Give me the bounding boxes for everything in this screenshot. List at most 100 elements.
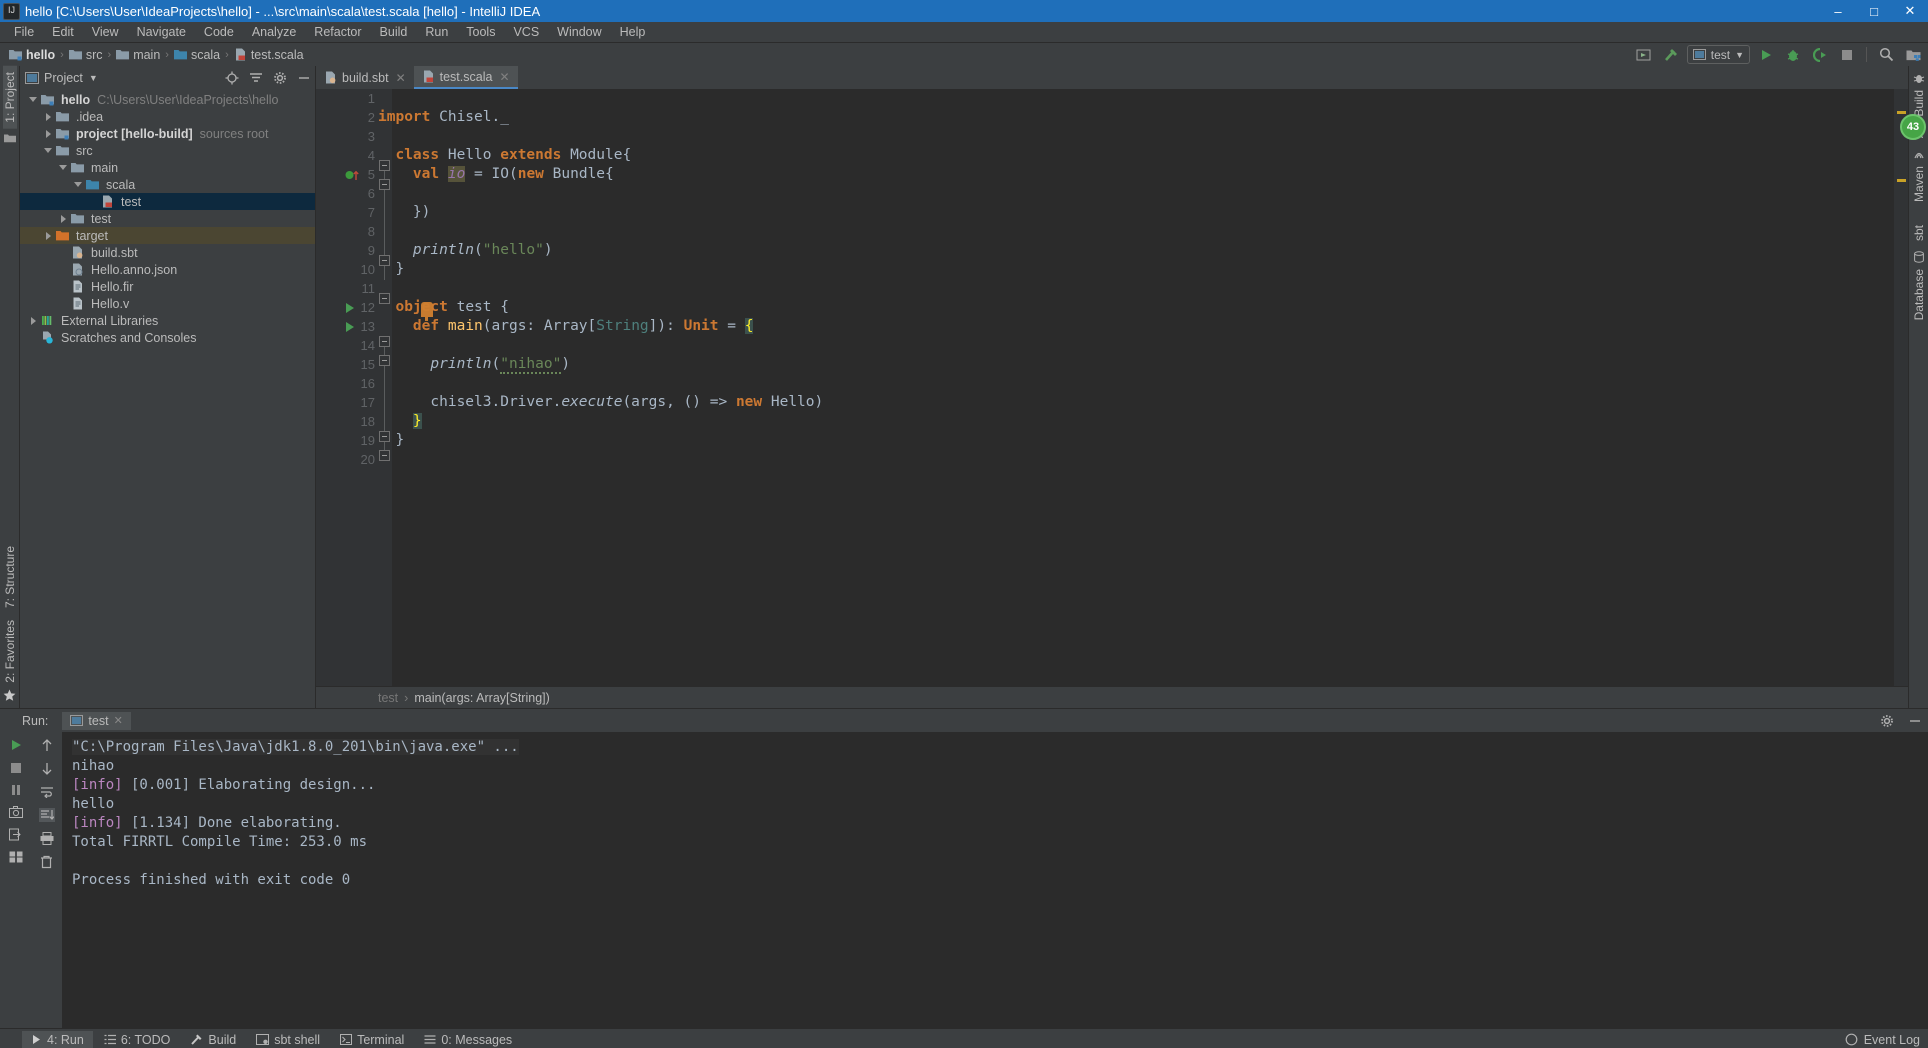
scroll-up-icon[interactable] — [41, 738, 53, 752]
hide-panel-icon[interactable] — [297, 71, 311, 85]
menu-item-analyze[interactable]: Analyze — [243, 23, 305, 41]
stop-icon[interactable] — [10, 762, 22, 774]
editor-tabs[interactable]: build.sbt ✕ test.scala ✕ — [316, 66, 1908, 89]
breadcrumb-item-object[interactable]: test — [378, 691, 398, 705]
editor-body[interactable]: 1 2 3 4 5 6 7 8 9 10 11 12 13 14 15 16 17 18 19 20 import C… — [316, 89, 1908, 686]
tool-button-4--run[interactable]: 4: Run — [22, 1030, 93, 1048]
code-line[interactable] — [378, 279, 1894, 298]
sidebar-item-structure[interactable]: 7: Structure — [3, 540, 17, 614]
tree-node-project--hello-build-[interactable]: project [hello-build] sources root — [20, 125, 315, 142]
navigation-bar[interactable]: hello › src › main › scala › test.scala test ▼ — [0, 43, 1928, 66]
update-project-icon[interactable] — [1633, 45, 1655, 65]
menu-item-file[interactable]: File — [5, 23, 43, 41]
navbar-crumb-main[interactable]: main — [116, 48, 160, 62]
locate-icon[interactable] — [225, 71, 239, 85]
tool-button-build[interactable]: Build — [181, 1031, 245, 1048]
collapse-all-icon[interactable] — [249, 71, 263, 85]
scroll-down-icon[interactable] — [41, 762, 53, 776]
export-icon[interactable] — [8, 828, 23, 841]
tree-node--idea[interactable]: .idea — [20, 108, 315, 125]
warning-marker[interactable] — [1897, 111, 1906, 114]
rerun-icon[interactable] — [9, 738, 23, 752]
tree-node-test[interactable]: test — [20, 193, 315, 210]
chevron-closed-icon[interactable] — [43, 128, 54, 139]
menu-bar[interactable]: File Edit View Navigate Code Analyze Refactor B… — [0, 22, 1928, 43]
scroll-to-end-icon[interactable] — [38, 808, 55, 822]
code-line[interactable]: class Hello extends Module{ — [378, 146, 1894, 165]
navbar-crumb-test-scala[interactable]: test.scala — [234, 48, 304, 62]
code-line[interactable] — [378, 374, 1894, 393]
settings-gear-icon[interactable] — [273, 71, 287, 85]
tree-node-scratches-and-consoles[interactable]: Scratches and Consoles — [20, 329, 315, 346]
code-line[interactable]: } — [378, 412, 1894, 431]
project-tool-window[interactable]: Project ▼ hello C:\Users\User\IdeaProject… — [20, 66, 316, 708]
favorites-star-icon[interactable] — [3, 689, 16, 702]
search-everywhere-icon[interactable] — [1875, 45, 1897, 65]
editor-breadcrumb[interactable]: test › main(args: Array[String]) — [316, 686, 1908, 708]
code-line[interactable] — [378, 184, 1894, 203]
run-gutter-icon[interactable] — [346, 322, 354, 332]
close-button[interactable]: ✕ — [1892, 0, 1928, 22]
tree-node-build-sbt[interactable]: build.sbt — [20, 244, 315, 261]
tree-node-external-libraries[interactable]: External Libraries — [20, 312, 315, 329]
close-icon[interactable]: ✕ — [114, 714, 123, 727]
window-controls[interactable]: – □ ✕ — [1820, 0, 1928, 22]
tree-node-hello[interactable]: hello C:\Users\User\IdeaProjects\hello — [20, 91, 315, 108]
code-line[interactable] — [378, 127, 1894, 146]
gear-icon[interactable] — [1880, 714, 1894, 728]
minimize-icon[interactable] — [1908, 714, 1922, 728]
close-icon[interactable]: ✕ — [396, 71, 406, 85]
left-tool-strip[interactable]: 1: Project 7: Structure 2: Favorites — [0, 66, 20, 708]
code-line[interactable] — [378, 450, 1894, 469]
menu-item-view[interactable]: View — [83, 23, 128, 41]
tree-node-test[interactable]: test — [20, 210, 315, 227]
event-log-button[interactable]: Event Log — [1845, 1033, 1920, 1047]
chevron-closed-icon[interactable] — [43, 230, 54, 241]
code-line[interactable]: import Chisel._ — [378, 108, 1894, 127]
code-line[interactable]: println("nihao") — [378, 355, 1894, 374]
inspection-badge[interactable]: 43 — [1900, 114, 1926, 140]
tree-node-hello-fir[interactable]: Hello.fir — [20, 278, 315, 295]
sidebar-item-sbt[interactable]: sbt — [1912, 219, 1926, 247]
run-configuration-selector[interactable]: test ▼ — [1686, 45, 1750, 64]
sidebar-item-project[interactable]: 1: Project — [2, 66, 17, 129]
project-structure-icon[interactable] — [1902, 45, 1924, 65]
sidebar-item-favorites[interactable]: 2: Favorites — [3, 614, 17, 689]
menu-item-code[interactable]: Code — [195, 23, 243, 41]
code-line[interactable]: } — [378, 260, 1894, 279]
bottom-tool-buttons[interactable]: 4: Run 6: TODO Build sbt shell Terminal 0: Me… — [0, 1028, 1928, 1048]
minimize-button[interactable]: – — [1820, 0, 1856, 22]
maximize-button[interactable]: □ — [1856, 0, 1892, 22]
menu-item-vcs[interactable]: VCS — [504, 23, 548, 41]
run-with-coverage-icon[interactable] — [1809, 45, 1831, 65]
breadcrumb-item-method[interactable]: main(args: Array[String]) — [414, 691, 549, 705]
navbar-crumb-scala[interactable]: scala — [173, 48, 220, 62]
code-line[interactable] — [378, 336, 1894, 355]
tree-node-hello-anno-json[interactable]: Hello.anno.json — [20, 261, 315, 278]
tool-button-6--todo[interactable]: 6: TODO — [95, 1031, 180, 1048]
print-icon[interactable] — [40, 832, 54, 845]
soft-wrap-icon[interactable] — [40, 786, 54, 798]
chevron-down-icon[interactable]: ▼ — [89, 73, 98, 83]
menu-item-tools[interactable]: Tools — [457, 23, 504, 41]
tree-node-src[interactable]: src — [20, 142, 315, 159]
tool-button-0--messages[interactable]: 0: Messages — [415, 1031, 521, 1048]
navbar-crumb-src[interactable]: src — [68, 48, 103, 62]
code-line[interactable]: object test { — [378, 298, 1894, 317]
chevron-down-icon[interactable]: ▼ — [1735, 50, 1744, 60]
menu-item-refactor[interactable]: Refactor — [305, 23, 370, 41]
code-line[interactable]: } — [378, 431, 1894, 450]
main-toolbar[interactable]: test ▼ — [1633, 43, 1924, 66]
run-gutter-icon[interactable] — [346, 303, 354, 313]
menu-item-run[interactable]: Run — [416, 23, 457, 41]
right-tool-strip[interactable]: Ant Build Maven sbt Database 43 — [1900, 66, 1928, 708]
tree-node-target[interactable]: target — [20, 227, 315, 244]
warning-marker[interactable] — [1897, 179, 1906, 182]
run-tool-window[interactable]: Run: test ✕ "C:\Program Files\Java\jdk1.… — [0, 708, 1928, 1028]
navbar-crumb-hello[interactable]: hello — [9, 48, 55, 62]
clear-all-icon[interactable] — [40, 855, 53, 869]
build-hammer-icon[interactable] — [1660, 45, 1682, 65]
editor-gutter[interactable]: 1 2 3 4 5 6 7 8 9 10 11 12 13 14 15 16 17 18 19 20 — [316, 89, 378, 686]
run-actions-col2[interactable] — [31, 732, 62, 1028]
tool-button-sbt-shell[interactable]: sbt shell — [247, 1031, 329, 1048]
